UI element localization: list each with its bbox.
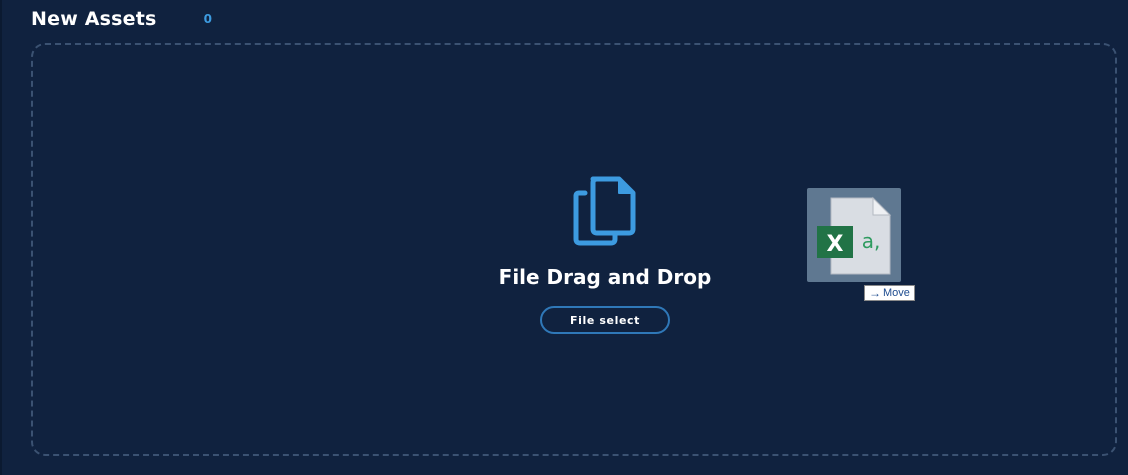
new-assets-page: New Assets 0 File Drag and Drop File sel… <box>0 0 1128 475</box>
file-drop-zone[interactable]: File Drag and Drop File select <box>31 43 1117 456</box>
page-title: New Assets <box>31 8 157 30</box>
asset-count-badge: 0 <box>203 12 212 26</box>
file-glyph: a, <box>862 229 881 253</box>
dragged-file-preview[interactable]: X a, <box>807 188 901 282</box>
excel-letter: X <box>827 232 844 257</box>
move-label: Move <box>883 287 910 299</box>
drag-drop-title: File Drag and Drop <box>498 265 712 289</box>
file-select-button[interactable]: File select <box>540 306 670 334</box>
arrow-right-icon: → <box>869 286 881 300</box>
move-tooltip: → Move <box>864 285 915 301</box>
copy-files-icon <box>573 176 636 246</box>
page-header: New Assets 0 <box>31 5 212 33</box>
excel-file-icon: X a, <box>817 196 892 275</box>
drop-zone-content: File Drag and Drop File select <box>470 175 740 334</box>
